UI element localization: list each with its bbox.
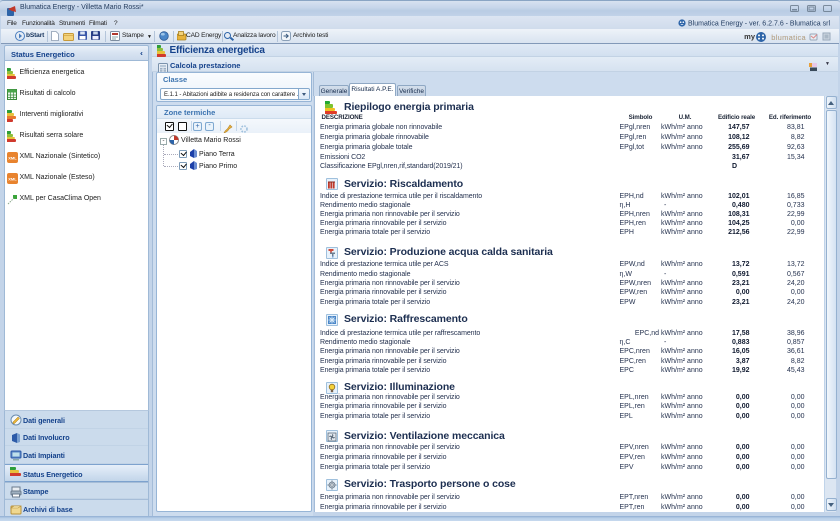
svg-text:XML: XML xyxy=(8,156,17,161)
svg-text:XML: XML xyxy=(8,177,17,182)
